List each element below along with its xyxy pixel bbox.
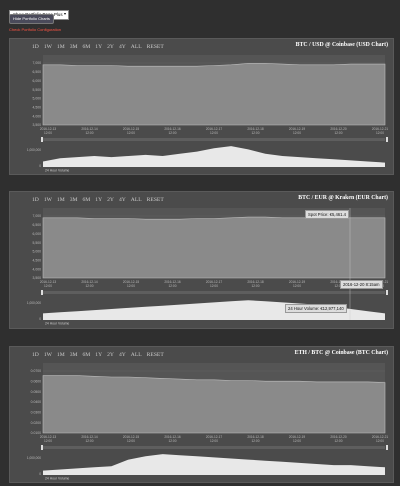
y-tick-label: 0.0700 (31, 369, 41, 373)
y-tick-label: 7,000 (33, 214, 42, 218)
hide-charts-button[interactable]: Hide Portfolio Charts (9, 14, 54, 24)
x-tick-time: 12:00 (44, 284, 52, 288)
y-tick-label: 6,000 (33, 232, 42, 236)
y-tick-label: 6,000 (33, 79, 42, 83)
y-tick-label: 0.0400 (31, 400, 41, 404)
x-tick-time: 12:00 (376, 131, 384, 135)
y-tick-label: 5,500 (33, 241, 42, 245)
x-tick-time: 12:00 (169, 284, 177, 288)
x-tick-time: 12:00 (376, 439, 384, 443)
x-tick-time: 12:00 (252, 439, 260, 443)
volume-label: 24 Hour Volume (45, 322, 69, 326)
x-tick-time: 12:00 (127, 131, 135, 135)
range-navigator[interactable] (43, 291, 385, 294)
volume-area (43, 146, 385, 167)
price-area (42, 216, 386, 279)
x-tick-time: 12:00 (44, 439, 52, 443)
x-tick-time: 12:00 (210, 439, 218, 443)
x-tick-time: 12:00 (293, 439, 301, 443)
volume-area (43, 454, 385, 475)
y-tick-label: 6,500 (33, 70, 42, 74)
y-tick-label: 6,500 (33, 223, 42, 227)
x-tick-time: 12:00 (86, 131, 94, 135)
x-tick-time: 12:00 (210, 131, 218, 135)
date-tooltip: 2016-12-20 8:15am (340, 280, 383, 289)
spot-price-tooltip: Spot Price: €5,461.4 (305, 210, 349, 219)
y-tick-label: 0.0300 (31, 411, 41, 415)
chart-panel-btc-usd: 1D 1W 1M 3M 6M 1Y 2Y 4Y ALL RESET BTC / USD @ Coin… (9, 38, 394, 175)
x-tick-time: 12:00 (86, 284, 94, 288)
volume-tooltip: 24 Hour Volume: €12,977,140 (285, 304, 347, 313)
volume-tick-label: 1,000,000 (27, 301, 41, 305)
y-tick-label: 5,000 (33, 97, 42, 101)
y-tick-label: 4,000 (33, 267, 42, 271)
volume-tick-label: 0 (39, 472, 41, 476)
chart-panel-eth-btc: 1D 1W 1M 3M 6M 1Y 2Y 4Y ALL RESET ETH / BTC @ Coin… (9, 346, 394, 483)
price-chart[interactable]: 7,0006,5006,0005,5005,0004,5004,0003,500… (10, 39, 393, 174)
volume-tick-label: 1,000,000 (27, 456, 41, 460)
y-tick-label: 0.0600 (31, 380, 41, 384)
x-tick-time: 12:00 (293, 131, 301, 135)
volume-label: 24 Hour Volume (45, 169, 69, 173)
navigator-handle[interactable] (41, 290, 43, 295)
x-tick-time: 12:00 (127, 284, 135, 288)
navigator-handle[interactable] (41, 137, 43, 142)
chevron-down-icon: ▾ (63, 11, 66, 16)
range-navigator[interactable] (43, 446, 385, 449)
x-tick-time: 12:00 (44, 131, 52, 135)
x-tick-time: 12:00 (252, 284, 260, 288)
navigator-handle[interactable] (41, 445, 43, 450)
y-tick-label: 4,500 (33, 105, 42, 109)
price-area (42, 375, 386, 434)
x-tick-time: 12:00 (169, 439, 177, 443)
y-tick-label: 0.0200 (31, 421, 41, 425)
range-navigator[interactable] (43, 138, 385, 141)
y-tick-label: 4,000 (33, 114, 42, 118)
x-tick-time: 12:00 (335, 131, 343, 135)
navigator-handle[interactable] (386, 137, 388, 142)
navigator-handle[interactable] (386, 445, 388, 450)
navigator-handle[interactable] (386, 290, 388, 295)
price-area (42, 63, 386, 126)
x-tick-time: 12:00 (169, 131, 177, 135)
y-tick-label: 5,500 (33, 88, 42, 92)
price-chart[interactable]: 0.07000.06000.05000.04000.03000.02000.01… (10, 347, 393, 482)
chart-panel-btc-eur: 1D 1W 1M 3M 6M 1Y 2Y 4Y ALL RESET BTC / EUR @ Krak… (9, 191, 394, 329)
x-tick-time: 12:00 (86, 439, 94, 443)
y-tick-label: 5,000 (33, 250, 42, 254)
x-tick-time: 12:00 (293, 284, 301, 288)
volume-label: 24 Hour Volume (45, 477, 69, 481)
y-tick-label: 7,000 (33, 61, 42, 65)
x-tick-time: 12:00 (210, 284, 218, 288)
x-tick-time: 12:00 (335, 439, 343, 443)
y-tick-label: 0.0500 (31, 390, 41, 394)
config-warning-link[interactable]: Check Portfolio Configuration (9, 27, 61, 32)
x-tick-time: 12:00 (252, 131, 260, 135)
volume-tick-label: 0 (39, 317, 41, 321)
volume-tick-label: 0 (39, 164, 41, 168)
y-tick-label: 4,500 (33, 258, 42, 262)
x-tick-time: 12:00 (127, 439, 135, 443)
volume-tick-label: 1,000,000 (27, 148, 41, 152)
